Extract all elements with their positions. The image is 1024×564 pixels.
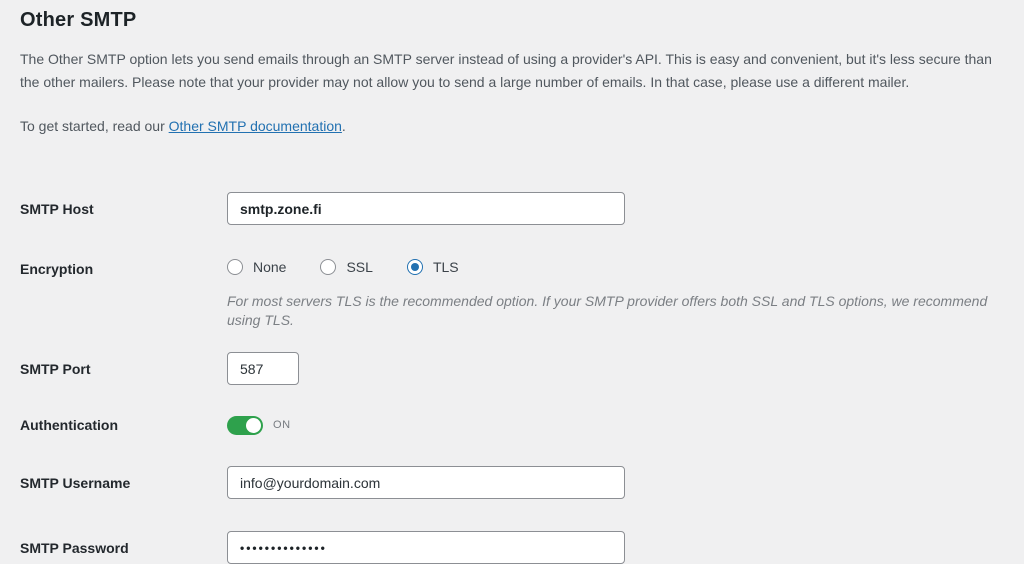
encryption-option-ssl[interactable]: SSL [320, 259, 372, 275]
radio-label: None [253, 259, 286, 275]
smtp-port-label: SMTP Port [20, 359, 227, 379]
encryption-option-none[interactable]: None [227, 259, 286, 275]
description-text: The Other SMTP option lets you send emai… [20, 48, 1004, 94]
smtp-port-row: SMTP Port [20, 352, 1004, 385]
smtp-password-row: SMTP Password [20, 531, 1004, 564]
smtp-port-input[interactable] [227, 352, 299, 385]
other-smtp-settings-page: Other SMTP The Other SMTP option lets yo… [0, 0, 1024, 564]
smtp-host-field [227, 192, 625, 225]
encryption-label: Encryption [20, 259, 227, 279]
smtp-host-row: SMTP Host [20, 192, 1004, 225]
get-started-text: To get started, read our Other SMTP docu… [20, 116, 1004, 136]
encryption-radio-group: None SSL TLS [227, 259, 1004, 275]
get-started-prefix: To get started, read our [20, 118, 169, 134]
doc-link[interactable]: Other SMTP documentation [169, 118, 342, 134]
authentication-toggle[interactable] [227, 416, 263, 435]
smtp-password-label: SMTP Password [20, 538, 227, 558]
smtp-host-label: SMTP Host [20, 199, 227, 219]
encryption-option-tls[interactable]: TLS [407, 259, 459, 275]
smtp-password-input[interactable] [227, 531, 625, 564]
smtp-password-field [227, 531, 625, 564]
smtp-username-input[interactable] [227, 466, 625, 499]
radio-icon [407, 259, 423, 275]
encryption-note: For most servers TLS is the recommended … [227, 292, 1004, 330]
authentication-row: Authentication ON [20, 415, 1004, 435]
radio-icon [227, 259, 243, 275]
toggle-state-label: ON [273, 419, 291, 431]
smtp-username-row: SMTP Username [20, 466, 1004, 499]
toggle-knob-icon [246, 418, 261, 433]
encryption-row: Encryption None SSL TLS Fo [20, 259, 1004, 330]
smtp-username-label: SMTP Username [20, 473, 227, 493]
smtp-port-field [227, 352, 299, 385]
smtp-username-field [227, 466, 625, 499]
authentication-field: ON [227, 416, 291, 435]
authentication-label: Authentication [20, 415, 227, 435]
get-started-suffix: . [342, 118, 346, 134]
page-title: Other SMTP [20, 9, 1004, 32]
radio-label: TLS [433, 259, 459, 275]
radio-label: SSL [346, 259, 372, 275]
smtp-settings-form: SMTP Host Encryption None SSL [20, 192, 1004, 564]
smtp-host-input[interactable] [227, 192, 625, 225]
radio-icon [320, 259, 336, 275]
encryption-field: None SSL TLS For most servers TLS is the… [227, 259, 1004, 330]
